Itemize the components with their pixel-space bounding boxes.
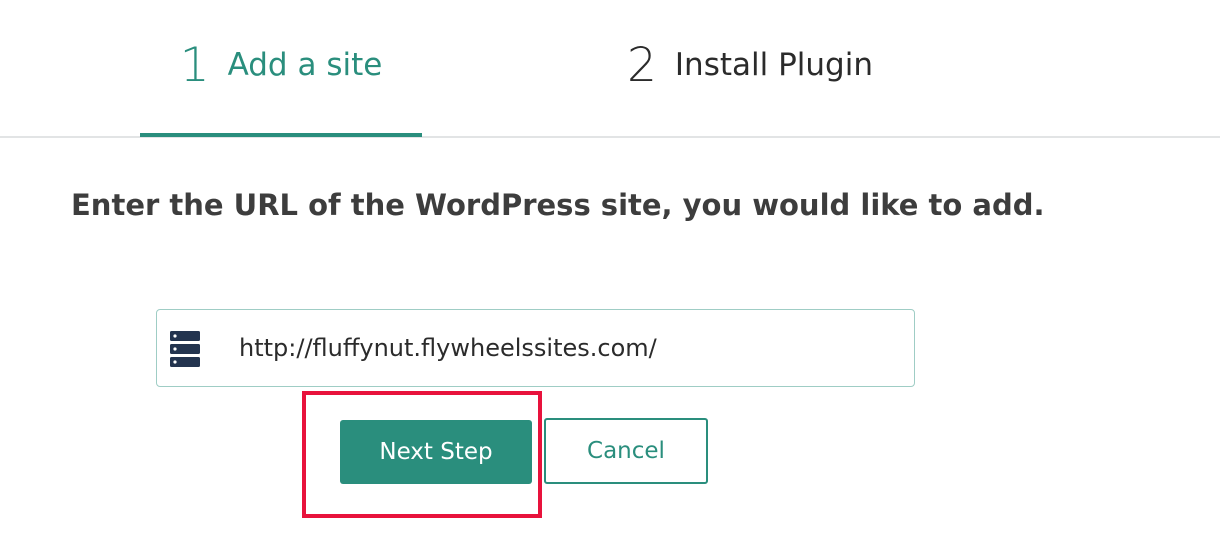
step-label: Install Plugin <box>674 46 873 83</box>
tab-add-a-site[interactable]: 1 Add a site <box>140 0 422 136</box>
tab-install-plugin[interactable]: 2 Install Plugin <box>600 0 900 136</box>
stepper: 1 Add a site 2 Install Plugin <box>0 0 1220 138</box>
cancel-button[interactable]: Cancel <box>544 418 708 484</box>
active-tab-indicator <box>140 133 422 137</box>
url-input[interactable] <box>239 310 899 386</box>
step-number: 2 <box>627 37 657 93</box>
step-label: Add a site <box>227 46 383 83</box>
server-icon <box>170 331 200 367</box>
step-number: 1 <box>179 37 210 93</box>
instruction-heading: Enter the URL of the WordPress site, you… <box>71 188 1045 222</box>
url-field[interactable] <box>156 309 915 387</box>
add-site-wizard: 1 Add a site 2 Install Plugin Enter the … <box>0 0 1220 560</box>
next-step-button[interactable]: Next Step <box>340 420 532 484</box>
